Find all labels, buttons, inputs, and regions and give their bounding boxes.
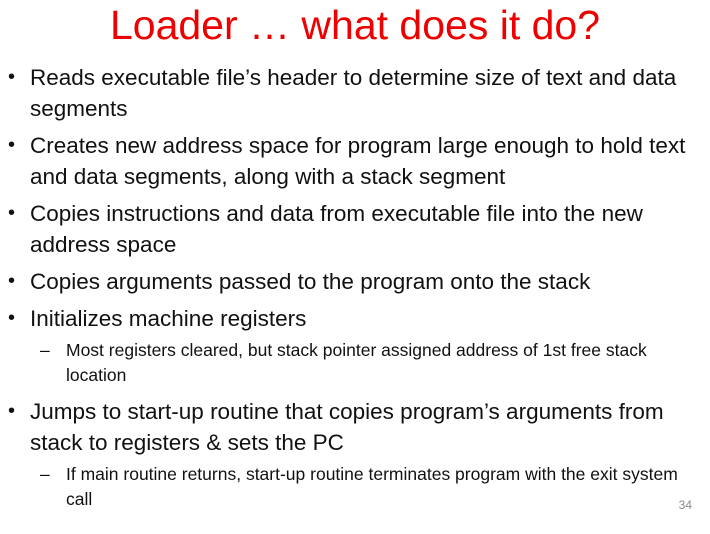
- bullet-item: • Copies arguments passed to the program…: [0, 266, 710, 297]
- bullet-item: • Copies instructions and data from exec…: [0, 198, 710, 260]
- bullet-icon: •: [8, 66, 16, 88]
- dash-icon: –: [40, 340, 50, 360]
- page-number: 34: [678, 498, 692, 512]
- bullet-text: Copies instructions and data from execut…: [30, 201, 643, 257]
- slide-title: Loader … what does it do?: [109, 2, 601, 48]
- sub-bullet-text: If main routine returns, start-up routin…: [66, 464, 678, 509]
- bullet-text: Copies arguments passed to the program o…: [30, 269, 591, 294]
- sub-bullet-text: Most registers cleared, but stack pointe…: [66, 340, 647, 385]
- bullet-item: • Reads executable file’s header to dete…: [0, 62, 710, 124]
- bullet-text: Reads executable file’s header to determ…: [30, 65, 677, 121]
- sub-bullet-item: – Most registers cleared, but stack poin…: [0, 338, 710, 388]
- bullet-list: • Reads executable file’s header to dete…: [0, 62, 710, 520]
- bullet-icon: •: [8, 307, 16, 329]
- bullet-item: • Creates new address space for program …: [0, 130, 710, 192]
- dash-icon: –: [40, 464, 50, 484]
- bullet-icon: •: [8, 270, 16, 292]
- sub-bullet-item: – If main routine returns, start-up rout…: [0, 462, 710, 512]
- bullet-icon: •: [8, 202, 16, 224]
- bullet-item: • Initializes machine registers: [0, 303, 710, 334]
- bullet-text: Jumps to start-up routine that copies pr…: [30, 399, 664, 455]
- bullet-icon: •: [8, 400, 16, 422]
- bullet-text: Creates new address space for program la…: [30, 133, 686, 189]
- bullet-item: • Jumps to start-up routine that copies …: [0, 396, 710, 458]
- bullet-icon: •: [8, 134, 16, 156]
- bullet-text: Initializes machine registers: [30, 306, 307, 331]
